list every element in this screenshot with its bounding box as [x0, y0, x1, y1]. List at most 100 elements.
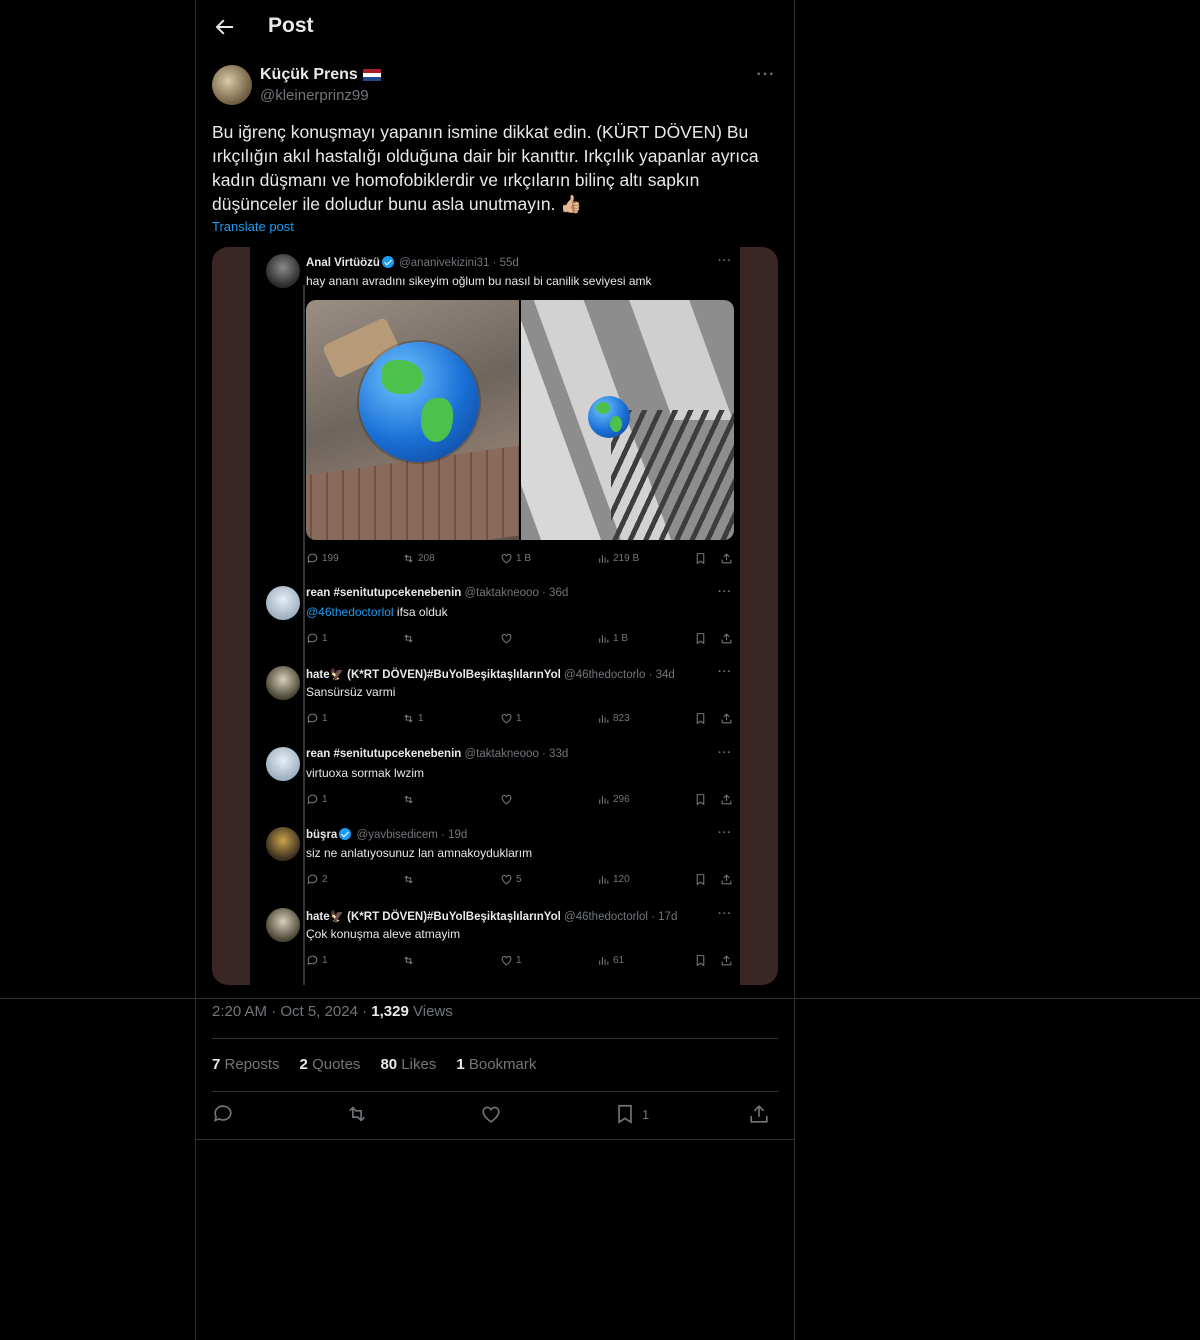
reply-view-count: 61: [597, 954, 624, 967]
reply-like-icon: [500, 632, 516, 645]
thread-line: [303, 285, 305, 985]
repost-button[interactable]: [346, 1103, 368, 1125]
reposts-stat[interactable]: 7 Reposts: [212, 1056, 280, 1073]
reply-bookmark-icon: [694, 873, 707, 886]
reply-header: büşra @yavbisedicem · 19d: [306, 828, 468, 841]
bookmarks-stat[interactable]: 1 Bookmark: [456, 1056, 536, 1073]
author-avatar[interactable]: [212, 65, 252, 105]
bookmark-icon: [618, 1104, 632, 1124]
reply-bookmark-icon: [694, 954, 707, 967]
reply-reply-count: 2: [306, 873, 328, 886]
reply-bookmark-icon: [694, 712, 707, 725]
tweet-handle-time: @ananivekizini31 · 55d: [399, 257, 519, 269]
reply-like-count: 1: [500, 954, 522, 967]
tweet-repost-count: 208: [402, 552, 435, 565]
page-title: Post: [268, 14, 314, 37]
reply-reply-count: 1: [306, 793, 328, 806]
reply-bookmark-icon: [694, 632, 707, 645]
post-meta: 2:20 AM · Oct 5, 2024 · 1,329 Views: [212, 1003, 453, 1020]
main-column: Post Küçük Prens @kleinerprinz99 ··· Bu …: [195, 0, 795, 1340]
reply-header: rean #senitutupcekenebenin @taktakneooo …: [306, 748, 569, 760]
reply-repost-icon: [402, 954, 418, 967]
tweet-view-count: 219 B: [597, 552, 639, 565]
reply-repost-icon: [402, 873, 418, 886]
reply-view-count: 1 B: [597, 632, 628, 645]
reply-text: virtuoxa sormak lwzim: [306, 766, 425, 780]
verified-badge-icon: [381, 256, 394, 268]
post-time[interactable]: 2:20 AM: [212, 1003, 267, 1020]
repost-icon: [349, 1106, 365, 1122]
reply-like-count: 1: [500, 712, 522, 725]
bookmark-count: 1: [642, 1106, 650, 1122]
reply-repost-icon: [402, 632, 418, 645]
reply-text: @46thedoctorlol ifsa olduk: [306, 605, 448, 619]
heart-icon: [482, 1106, 500, 1123]
more-options-icon[interactable]: ···: [754, 66, 778, 86]
post-actions: 1: [212, 1100, 778, 1130]
post-text: Bu iğrenç konuşmayı yapanın ismine dikka…: [212, 122, 764, 214]
author-handle[interactable]: @kleinerprinz99: [260, 87, 369, 104]
reply-more-icon: ···: [718, 586, 732, 598]
quotes-stat[interactable]: 2 Quotes: [300, 1056, 361, 1073]
verified-badge-icon: [339, 828, 352, 840]
reply-share-icon: [720, 712, 733, 725]
post-image[interactable]: Anal Virtüözü @ananivekizini31 · 55d ···…: [212, 247, 778, 985]
page-header: Post: [196, 0, 794, 54]
embedded-screenshot: Anal Virtüözü @ananivekizini31 · 55d ···…: [250, 247, 740, 985]
page-divider: [0, 998, 1200, 999]
reply-like-count: 5: [500, 873, 522, 886]
author-name-row: Küçük Prens: [260, 66, 381, 84]
bookmark-button[interactable]: 1: [614, 1103, 649, 1125]
tweet-author-name: Anal Virtüözü: [306, 257, 380, 269]
netherlands-flag-icon: [362, 68, 381, 82]
reply-share-icon: [720, 873, 733, 886]
tweet-text: hay ananı avradını sikeyim oğlum bu nası…: [306, 274, 652, 288]
reply-text: Çok konuşma aleve atmayim: [306, 927, 461, 941]
reply-button[interactable]: [212, 1103, 234, 1125]
reply-more-icon: ···: [718, 747, 732, 759]
tweet-bookmark-icon: [694, 552, 707, 565]
like-button[interactable]: [480, 1103, 502, 1125]
reply-avatar: [266, 747, 300, 781]
reply-reply-count: 1: [306, 954, 328, 967]
reply-text: siz ne anlatıyosunuz lan amnakoyduklarım: [306, 846, 533, 860]
reply-share-icon: [720, 632, 733, 645]
reply-more-icon: ···: [718, 908, 732, 920]
tweet-like-count: 1 B: [500, 552, 531, 565]
reply-avatar: [266, 908, 300, 942]
tweet-reply-count: 199: [306, 552, 339, 565]
tweet-photo-right: [521, 300, 734, 540]
author-display-name[interactable]: Küçük Prens: [260, 66, 358, 84]
reply-header: hate🦅 (K*RT DÖVEN)#BuYolBeşiktaşlılarınY…: [306, 911, 678, 923]
share-button[interactable]: [748, 1103, 770, 1125]
tweet-header: Anal Virtüözü @ananivekizini31 · 55d: [306, 256, 519, 269]
reply-more-icon: ···: [718, 827, 732, 839]
reply-share-icon: [720, 954, 733, 967]
divider: [196, 1139, 794, 1140]
tweet-more-icon: ···: [718, 255, 732, 267]
reply-share-icon: [720, 793, 733, 806]
translate-post-link[interactable]: Translate post: [212, 219, 294, 234]
reply-like-icon: [500, 793, 516, 806]
reply-view-count: 296: [597, 793, 630, 806]
reply-bookmark-icon: [694, 793, 707, 806]
post-stats: 7 Reposts 2 Quotes 80 Likes 1 Bookmark: [212, 1056, 536, 1073]
reply-more-icon: ···: [718, 666, 732, 678]
divider: [212, 1091, 778, 1092]
reply-repost-icon: [402, 793, 418, 806]
reply-view-count: 823: [597, 712, 630, 725]
reply-avatar: [266, 827, 300, 861]
tweet-photo-left: [306, 300, 519, 540]
post-date[interactable]: Oct 5, 2024: [280, 1003, 358, 1020]
reply-repost-count: 1: [402, 712, 424, 725]
divider: [212, 1038, 778, 1039]
views-label: Views: [413, 1003, 453, 1020]
reply-header: hate🦅 (K*RT DÖVEN)#BuYolBeşiktaşlılarınY…: [306, 669, 675, 681]
reply-header: rean #senitutupcekenebenin @taktakneooo …: [306, 587, 569, 599]
views-count: 1,329: [371, 1003, 409, 1020]
likes-stat[interactable]: 80 Likes: [380, 1056, 436, 1073]
reply-text: Sansürsüz varmi: [306, 685, 396, 699]
reply-icon: [213, 1105, 232, 1122]
back-arrow-icon[interactable]: [212, 15, 236, 39]
globe-emoji-icon: [588, 396, 630, 438]
